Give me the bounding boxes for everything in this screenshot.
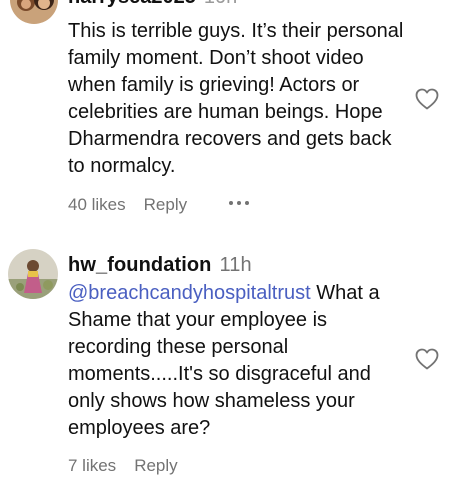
- avatar[interactable]: [10, 0, 58, 24]
- comment-text: This is terrible guys. It’s their person…: [68, 20, 404, 177]
- reply-button[interactable]: Reply: [144, 195, 187, 215]
- avatar[interactable]: [8, 249, 58, 299]
- comment-timestamp: 11h: [219, 254, 252, 276]
- comment-body: What a Shame that your employee is recor…: [68, 282, 380, 439]
- comment-text: @breachcandyhospitaltrust What a Shame t…: [68, 280, 408, 442]
- comment-username[interactable]: harrysea202510h: [68, 0, 237, 9]
- likes-count[interactable]: 40 likes: [68, 195, 126, 215]
- heart-outline-icon[interactable]: [415, 348, 439, 370]
- heart-outline-icon[interactable]: [415, 88, 439, 110]
- reply-button[interactable]: Reply: [134, 456, 177, 476]
- comment-timestamp: 10h: [204, 0, 237, 8]
- comment-meta: 40 likes Reply: [68, 195, 187, 215]
- comment-meta: 7 likes Reply: [68, 456, 178, 476]
- more-horizontal-icon[interactable]: [229, 201, 249, 205]
- mention-link[interactable]: @breachcandyhospitaltrust: [68, 282, 311, 304]
- likes-count[interactable]: 7 likes: [68, 456, 116, 476]
- comment-username[interactable]: hw_foundation 11h: [68, 254, 252, 277]
